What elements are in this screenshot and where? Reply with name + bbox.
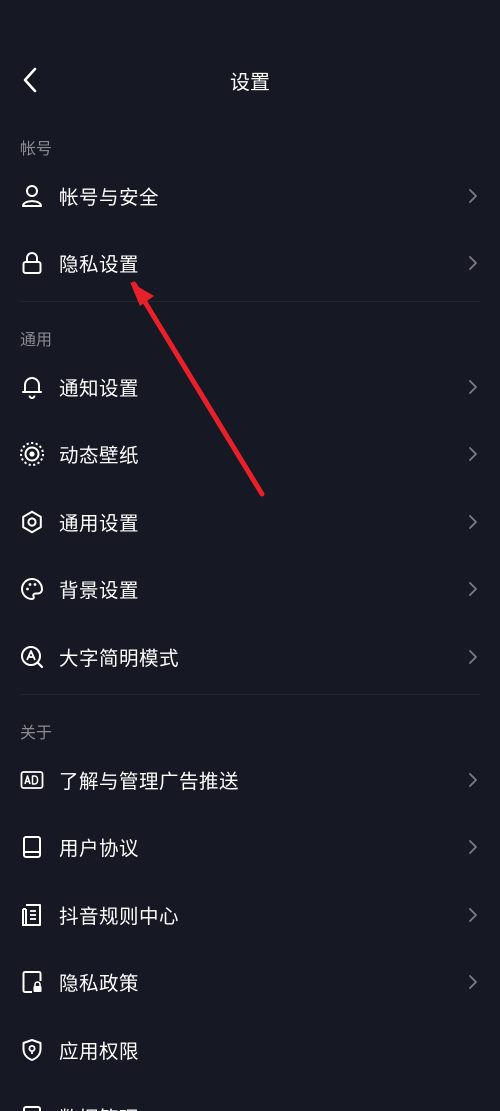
ad-icon [19,767,45,793]
large-text-icon [19,644,45,670]
section-label-general: 通用 [20,330,53,349]
chevron-right-icon [466,770,480,790]
gear-icon [19,509,45,535]
settings-item-user-agreement[interactable]: 用户协议 [0,813,500,880]
settings-item-privacy-policy[interactable]: 隐私政策 [0,948,500,1015]
live-wallpaper-icon [19,441,45,467]
settings-item-app-permissions[interactable]: 应用权限 [0,1016,500,1083]
settings-item-label: 帐号与安全 [59,186,160,209]
settings-item-label: 通用设置 [59,512,140,535]
settings-item-notification-settings[interactable]: 通知设置 [0,353,500,420]
chevron-right-icon [466,377,480,397]
privacy-file-icon [19,969,45,995]
chevron-right-icon [466,905,480,925]
settings-item-label: 应用权限 [59,1040,140,1063]
settings-item-label: 动态壁纸 [59,444,140,467]
palette-icon [19,576,45,602]
chevron-right-icon [466,647,480,667]
chevron-right-icon [466,186,480,206]
settings-item-label: 通知设置 [59,377,140,400]
settings-item-label: 隐私政策 [59,972,140,995]
user-icon [19,183,45,209]
settings-item-data-management[interactable]: 数据管理 [0,1083,500,1111]
section-divider [20,301,480,302]
header: 设置 [0,50,500,110]
settings-item-label: 数据管理 [59,1102,139,1111]
settings-item-label: 隐私设置 [59,253,140,276]
chevron-right-icon [466,253,480,273]
settings-screen: 设置 帐号 帐号与安全 隐私设置 通用 通知设置 动态壁纸 通用设置 背景设置 … [0,0,500,1111]
chevron-right-icon [466,444,480,464]
document-icon [19,902,45,928]
settings-item-large-text-mode[interactable]: 大字简明模式 [0,623,500,690]
section-label-account: 帐号 [20,139,53,158]
book-icon [19,834,45,860]
settings-item-general-settings[interactable]: 通用设置 [0,488,500,555]
settings-item-background-settings[interactable]: 背景设置 [0,555,500,622]
chevron-right-icon [466,837,480,857]
settings-item-label: 抖音规则中心 [59,905,180,928]
page-title: 设置 [230,70,270,94]
settings-item-label: 大字简明模式 [59,647,180,670]
settings-item-label: 背景设置 [59,579,140,602]
settings-item-live-wallpaper[interactable]: 动态壁纸 [0,420,500,487]
settings-item-privacy-settings[interactable]: 隐私设置 [0,229,500,296]
chevron-right-icon [466,972,480,992]
section-divider [20,694,480,695]
bell-icon [19,374,45,400]
section-label-about: 关于 [20,723,53,742]
settings-item-rules-center[interactable]: 抖音规则中心 [0,881,500,948]
chevron-right-icon [466,579,480,599]
chevron-right-icon [466,512,480,532]
settings-item-label: 用户协议 [59,837,140,860]
settings-item-ad-management[interactable]: 了解与管理广告推送 [0,746,500,813]
data-icon [19,1104,45,1111]
settings-item-label: 了解与管理广告推送 [59,770,240,793]
shield-icon [19,1037,45,1063]
settings-item-account-security[interactable]: 帐号与安全 [0,162,500,229]
lock-icon [19,250,45,276]
